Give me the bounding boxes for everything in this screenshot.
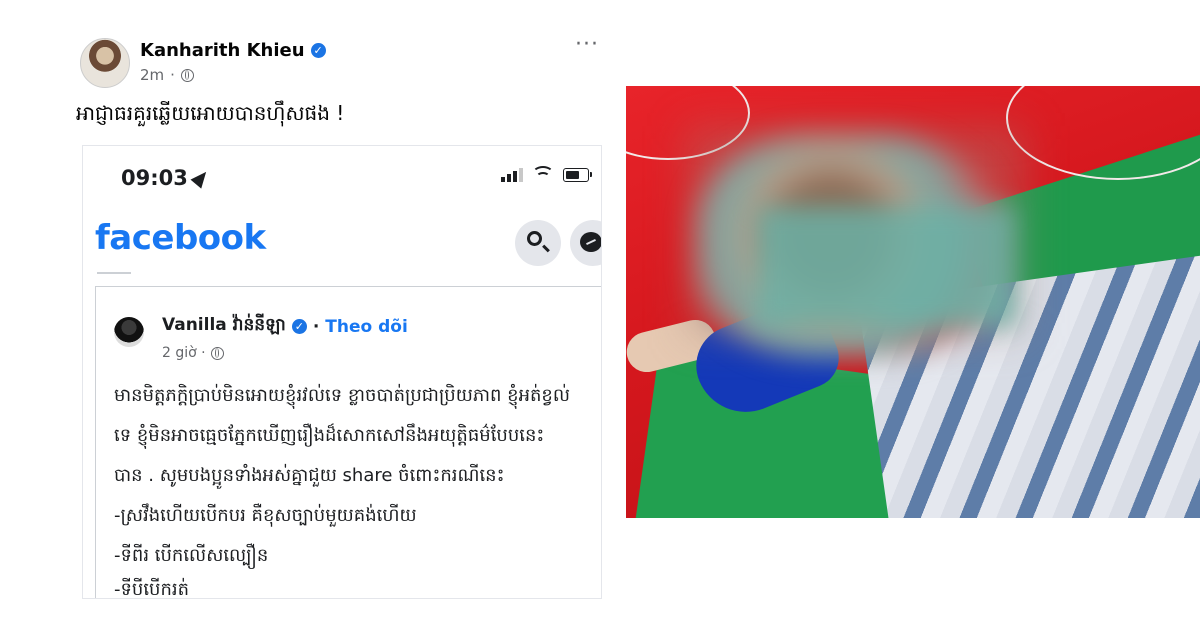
globe-icon bbox=[210, 346, 224, 360]
inner-post-meta: 2 giờ · bbox=[162, 345, 224, 361]
inner-post-line: មានមិត្តភក្ដិប្រាប់មិនអោយខ្ញុំរវល់ទេ ខ្ល… bbox=[114, 385, 570, 406]
facebook-logo: facebook bbox=[95, 218, 266, 258]
post-photo[interactable] bbox=[626, 86, 1200, 518]
post-text: អាជ្ញាធរគួរឆ្លើយអោយបានហ៊ឹសផង ! bbox=[76, 101, 345, 125]
inner-post-line: -ទីបីបើករត់ bbox=[114, 579, 190, 599]
more-options-button[interactable]: ··· bbox=[575, 32, 599, 57]
search-icon bbox=[527, 231, 542, 246]
messenger-icon bbox=[580, 232, 601, 252]
embedded-screenshot: 09:03 facebook Vanilla វ៉ាន់នីឡា ✓ · The… bbox=[82, 145, 602, 599]
post-author-name[interactable]: Kanharith Khieu bbox=[140, 40, 305, 61]
author-avatar[interactable] bbox=[80, 38, 130, 88]
inner-post-author: Vanilla វ៉ាន់នីឡា ✓ · Theo dõi bbox=[162, 314, 408, 339]
inner-post-line: ទេ ខ្ញុំមិនអាចធ្មេចភ្នែកឃើញរឿងដ៏សោកសៅនឹង… bbox=[114, 425, 545, 446]
follow-button[interactable]: Theo dõi bbox=[325, 317, 408, 337]
shared-post-card: Vanilla វ៉ាន់នីឡា ✓ · Theo dõi 2 giờ · ម… bbox=[95, 286, 601, 599]
verified-badge-icon: ✓ bbox=[310, 43, 326, 58]
signal-icon bbox=[501, 168, 523, 182]
divider bbox=[97, 272, 131, 274]
inner-author-name[interactable]: Vanilla វ៉ាន់នីឡា bbox=[162, 314, 286, 339]
battery-icon bbox=[563, 168, 592, 182]
post-author[interactable]: Kanharith Khieu ✓ bbox=[140, 40, 326, 61]
status-time-text: 09:03 bbox=[121, 166, 188, 190]
inner-post-line: -ស្រវឹងហើយបើកបរ គឺខុសច្បាប់មួយគង់ហើយ bbox=[114, 505, 417, 526]
search-button[interactable] bbox=[515, 220, 561, 266]
inner-post-line: បាន . សូមបងប្អូនទាំងអស់គ្នាជួយ share ចំព… bbox=[114, 465, 505, 486]
messenger-button[interactable] bbox=[570, 220, 601, 266]
inner-post-time[interactable]: 2 giờ · bbox=[162, 345, 206, 361]
verified-badge-icon: ✓ bbox=[291, 319, 307, 334]
wifi-icon bbox=[532, 166, 554, 182]
photo-blur-region bbox=[756, 206, 1016, 326]
post-meta: 2m · bbox=[140, 66, 194, 84]
status-bar-icons bbox=[501, 166, 592, 182]
inner-post-line: -ទីពីរ បើកលើសល្បឿន bbox=[114, 545, 269, 566]
location-arrow-icon bbox=[190, 167, 212, 189]
separator-dot: · bbox=[312, 316, 320, 337]
status-bar-time: 09:03 bbox=[121, 166, 212, 190]
inner-author-avatar[interactable] bbox=[114, 317, 144, 347]
meta-dot: · bbox=[170, 66, 175, 84]
globe-icon bbox=[180, 68, 194, 82]
post-time[interactable]: 2m bbox=[140, 66, 164, 84]
